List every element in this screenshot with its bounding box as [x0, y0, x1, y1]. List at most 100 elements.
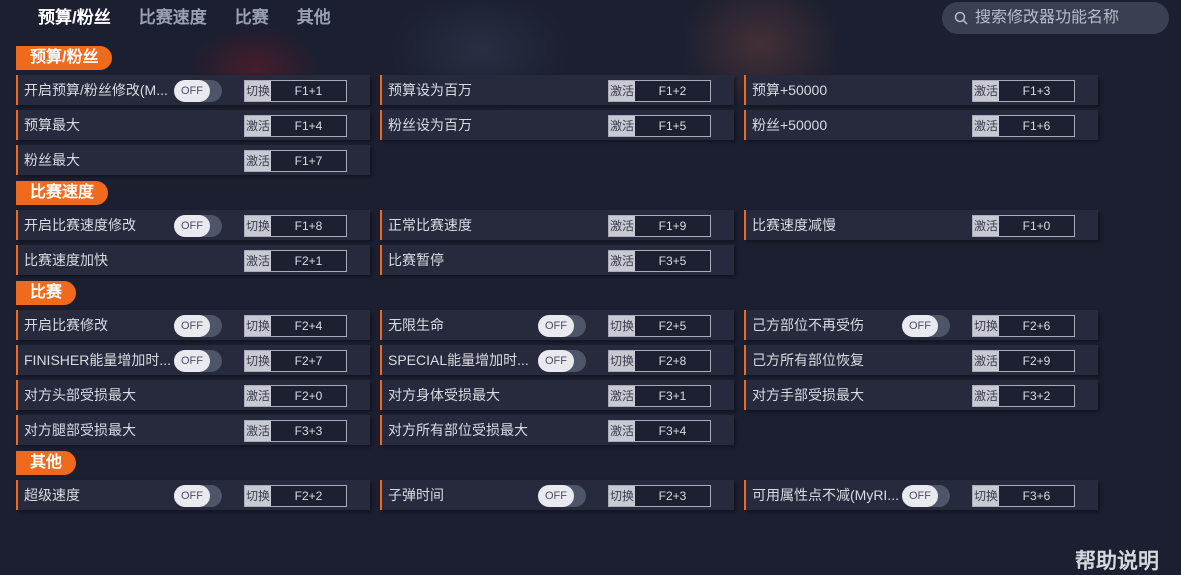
section-header-match: 比赛 [16, 281, 77, 305]
hotkey-box[interactable]: 激活 F3+4 [608, 420, 711, 442]
hotkey-value[interactable]: F1+3 [999, 81, 1074, 101]
hotkey-value[interactable]: F1+7 [271, 151, 346, 171]
cheat-toggle[interactable]: OFF [174, 80, 222, 102]
hotkey-box[interactable]: 激活 F1+4 [244, 115, 347, 137]
hotkey-value[interactable]: F1+4 [271, 116, 346, 136]
toggle-state-label: OFF [174, 80, 210, 102]
cheat-label: 开启比赛速度修改 [24, 217, 136, 233]
cheat-label: 预算最大 [24, 117, 80, 133]
search-input[interactable] [975, 9, 1165, 27]
hotkey-value[interactable]: F3+4 [635, 421, 710, 441]
cheat-toggle[interactable]: OFF [538, 350, 586, 372]
hotkey-value[interactable]: F1+9 [635, 216, 710, 236]
hotkey-mode: 切换 [245, 316, 271, 336]
hotkey-box[interactable]: 激活 F1+2 [608, 80, 711, 102]
cheat-row: 对方头部受损最大 激活 F2+0 [16, 380, 370, 410]
hotkey-value[interactable]: F2+9 [999, 351, 1074, 371]
cheat-row: 比赛速度加快 激活 F2+1 [16, 245, 370, 275]
hotkey-box[interactable]: 切换 F2+5 [608, 315, 711, 337]
cheat-row: 对方所有部位受损最大 激活 F3+4 [380, 415, 734, 445]
hotkey-mode: 激活 [973, 216, 999, 236]
cheat-label: FINISHER能量增加时... [24, 352, 172, 368]
cheat-label: 粉丝设为百万 [388, 117, 472, 133]
hotkey-mode: 激活 [973, 351, 999, 371]
hotkey-value[interactable]: F2+1 [271, 251, 346, 271]
hotkey-value[interactable]: F3+1 [635, 386, 710, 406]
search-box[interactable] [942, 2, 1169, 34]
cheat-label: 己方所有部位恢复 [752, 352, 864, 368]
hotkey-box[interactable]: 激活 F1+5 [608, 115, 711, 137]
hotkey-value[interactable]: F1+6 [999, 116, 1074, 136]
hotkey-value[interactable]: F2+8 [635, 351, 710, 371]
hotkey-box[interactable]: 切换 F2+6 [972, 315, 1075, 337]
cheat-label: 可用属性点不减(MyRI... [752, 487, 899, 503]
cheat-row: 预算最大 激活 F1+4 [16, 110, 370, 140]
toggle-state-label: OFF [538, 350, 574, 372]
hotkey-box[interactable]: 激活 F1+3 [972, 80, 1075, 102]
hotkey-mode: 激活 [973, 116, 999, 136]
hotkey-value[interactable]: F1+5 [635, 116, 710, 136]
hotkey-mode: 切换 [245, 216, 271, 236]
hotkey-value[interactable]: F2+7 [271, 351, 346, 371]
hotkey-mode: 激活 [973, 386, 999, 406]
cheat-toggle[interactable]: OFF [174, 215, 222, 237]
hotkey-value[interactable]: F3+2 [999, 386, 1074, 406]
cheat-toggle[interactable]: OFF [538, 485, 586, 507]
section-header-budget-fans: 预算/粉丝 [16, 46, 113, 70]
tab-match-speed[interactable]: 比赛速度 [139, 6, 207, 32]
hotkey-box[interactable]: 激活 F2+0 [244, 385, 347, 407]
cheat-toggle[interactable]: OFF [538, 315, 586, 337]
hotkey-box[interactable]: 切换 F1+8 [244, 215, 347, 237]
hotkey-mode: 激活 [245, 116, 271, 136]
hotkey-value[interactable]: F3+5 [635, 251, 710, 271]
hotkey-value[interactable]: F2+4 [271, 316, 346, 336]
cheat-row: 预算+50000 激活 F1+3 [744, 75, 1098, 105]
cheat-label: 粉丝最大 [24, 152, 80, 168]
hotkey-value[interactable]: F1+1 [271, 81, 346, 101]
cheat-toggle[interactable]: OFF [902, 485, 950, 507]
hotkey-box[interactable]: 激活 F3+2 [972, 385, 1075, 407]
cheat-row: 比赛暂停 激活 F3+5 [380, 245, 734, 275]
hotkey-box[interactable]: 切换 F2+2 [244, 485, 347, 507]
cheat-row: 对方手部受损最大 激活 F3+2 [744, 380, 1098, 410]
hotkey-box[interactable]: 激活 F1+6 [972, 115, 1075, 137]
hotkey-box[interactable]: 切换 F2+8 [608, 350, 711, 372]
tab-match[interactable]: 比赛 [235, 6, 269, 32]
hotkey-value[interactable]: F3+6 [999, 486, 1074, 506]
hotkey-box[interactable]: 激活 F1+0 [972, 215, 1075, 237]
hotkey-value[interactable]: F2+2 [271, 486, 346, 506]
hotkey-box[interactable]: 切换 F3+6 [972, 485, 1075, 507]
hotkey-value[interactable]: F3+3 [271, 421, 346, 441]
hotkey-box[interactable]: 激活 F1+9 [608, 215, 711, 237]
hotkey-value[interactable]: F1+8 [271, 216, 346, 236]
hotkey-box[interactable]: 切换 F2+4 [244, 315, 347, 337]
hotkey-box[interactable]: 激活 F2+9 [972, 350, 1075, 372]
hotkey-value[interactable]: F2+5 [635, 316, 710, 336]
hotkey-box[interactable]: 激活 F2+1 [244, 250, 347, 272]
hotkey-box[interactable]: 激活 F3+3 [244, 420, 347, 442]
cheat-toggle[interactable]: OFF [174, 485, 222, 507]
hotkey-box[interactable]: 激活 F3+1 [608, 385, 711, 407]
cheat-label: 预算设为百万 [388, 82, 472, 98]
cheat-label: 预算+50000 [752, 82, 828, 98]
cheat-row: 对方腿部受损最大 激活 F3+3 [16, 415, 370, 445]
hotkey-value[interactable]: F1+2 [635, 81, 710, 101]
tab-budget-fans[interactable]: 预算/粉丝 [38, 6, 111, 32]
tab-other[interactable]: 其他 [297, 6, 331, 32]
hotkey-box[interactable]: 切换 F1+1 [244, 80, 347, 102]
hotkey-value[interactable]: F1+0 [999, 216, 1074, 236]
hotkey-box[interactable]: 激活 F1+7 [244, 150, 347, 172]
cheat-row: 开启预算/粉丝修改(M... OFF 切换 F1+1 [16, 75, 370, 105]
hotkey-box[interactable]: 切换 F2+7 [244, 350, 347, 372]
cheat-toggle[interactable]: OFF [174, 350, 222, 372]
cheat-toggle[interactable]: OFF [902, 315, 950, 337]
hotkey-mode: 切换 [973, 316, 999, 336]
hotkey-value[interactable]: F2+6 [999, 316, 1074, 336]
hotkey-value[interactable]: F2+3 [635, 486, 710, 506]
cheat-toggle[interactable]: OFF [174, 315, 222, 337]
help-link[interactable]: 帮助说明 [1075, 545, 1159, 575]
hotkey-box[interactable]: 切换 F2+3 [608, 485, 711, 507]
hotkey-value[interactable]: F2+0 [271, 386, 346, 406]
hotkey-box[interactable]: 激活 F3+5 [608, 250, 711, 272]
cheat-row: SPECIAL能量增加时... OFF 切换 F2+8 [380, 345, 734, 375]
